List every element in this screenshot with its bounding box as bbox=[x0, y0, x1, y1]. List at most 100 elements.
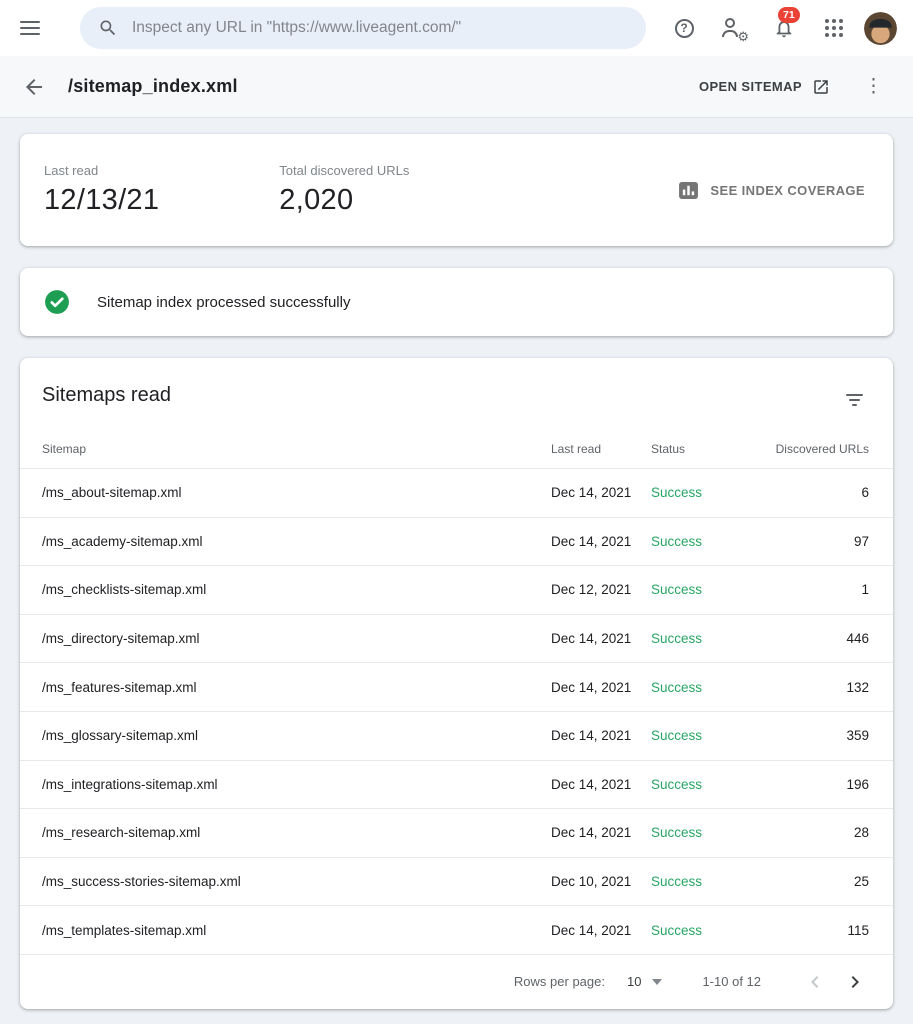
lastread-cell: Dec 14, 2021 bbox=[551, 728, 651, 743]
urls-cell: 97 bbox=[769, 534, 869, 549]
lastread-cell: Dec 14, 2021 bbox=[551, 631, 651, 646]
sitemap-cell: /ms_integrations-sitemap.xml bbox=[42, 777, 551, 792]
see-index-coverage-label: SEE INDEX COVERAGE bbox=[710, 183, 865, 198]
status-cell: Success bbox=[651, 728, 769, 743]
table-row[interactable]: /ms_success-stories-sitemap.xml Dec 10, … bbox=[20, 857, 893, 906]
table-row[interactable]: /ms_checklists-sitemap.xml Dec 12, 2021 … bbox=[20, 565, 893, 614]
status-cell: Success bbox=[651, 680, 769, 695]
sitemaps-table-card: Sitemaps read Sitemap Last read Status D… bbox=[20, 358, 893, 1009]
table-row[interactable]: /ms_academy-sitemap.xml Dec 14, 2021 Suc… bbox=[20, 517, 893, 566]
total-urls-stat: Total discovered URLs 2,020 bbox=[279, 163, 409, 217]
sitemap-cell: /ms_templates-sitemap.xml bbox=[42, 923, 551, 938]
column-header-urls: Discovered URLs bbox=[769, 442, 869, 456]
external-link-icon bbox=[812, 78, 830, 96]
page-header: /sitemap_index.xml OPEN SITEMAP ⋮ bbox=[0, 56, 913, 118]
status-cell: Success bbox=[651, 631, 769, 646]
content-area: Last read 12/13/21 Total discovered URLs… bbox=[0, 118, 913, 1024]
table-row[interactable]: /ms_about-sitemap.xml Dec 14, 2021 Succe… bbox=[20, 468, 893, 517]
pagination-range: 1-10 of 12 bbox=[702, 974, 761, 989]
see-index-coverage-button[interactable]: SEE INDEX COVERAGE bbox=[675, 174, 869, 207]
rows-per-page-label: Rows per page: bbox=[514, 974, 605, 989]
apps-grid-icon bbox=[825, 19, 843, 37]
top-app-bar: ? ⚙ 71 bbox=[0, 0, 913, 56]
urls-cell: 1 bbox=[769, 582, 869, 597]
summary-card: Last read 12/13/21 Total discovered URLs… bbox=[20, 134, 893, 246]
check-circle-icon bbox=[44, 289, 70, 315]
column-header-lastread: Last read bbox=[551, 442, 651, 456]
chevron-down-icon bbox=[652, 979, 662, 985]
column-header-status: Status bbox=[651, 442, 769, 456]
status-cell: Success bbox=[651, 777, 769, 792]
sitemap-cell: /ms_academy-sitemap.xml bbox=[42, 534, 551, 549]
status-cell: Success bbox=[651, 534, 769, 549]
help-button[interactable]: ? bbox=[664, 8, 704, 48]
column-header-sitemap: Sitemap bbox=[42, 442, 551, 456]
urls-cell: 359 bbox=[769, 728, 869, 743]
search-icon bbox=[98, 18, 118, 38]
lastread-cell: Dec 14, 2021 bbox=[551, 485, 651, 500]
sitemap-cell: /ms_checklists-sitemap.xml bbox=[42, 582, 551, 597]
rows-per-page-select[interactable]: 10 bbox=[627, 974, 662, 989]
status-cell: Success bbox=[651, 825, 769, 840]
urls-cell: 6 bbox=[769, 485, 869, 500]
user-settings-button[interactable]: ⚙ bbox=[714, 8, 754, 48]
last-read-label: Last read bbox=[44, 163, 159, 178]
total-urls-value: 2,020 bbox=[279, 184, 409, 217]
more-options-icon[interactable]: ⋮ bbox=[856, 71, 891, 102]
table-row[interactable]: /ms_glossary-sitemap.xml Dec 14, 2021 Su… bbox=[20, 711, 893, 760]
lastread-cell: Dec 14, 2021 bbox=[551, 680, 651, 695]
notifications-button[interactable]: 71 bbox=[764, 8, 804, 48]
sitemap-cell: /ms_glossary-sitemap.xml bbox=[42, 728, 551, 743]
urls-cell: 25 bbox=[769, 874, 869, 889]
status-cell: Success bbox=[651, 485, 769, 500]
table-pagination: Rows per page: 10 1-10 of 12 bbox=[20, 954, 893, 1009]
banner-message: Sitemap index processed successfully bbox=[97, 294, 350, 311]
sitemap-cell: /ms_directory-sitemap.xml bbox=[42, 631, 551, 646]
next-page-button[interactable] bbox=[835, 962, 875, 1002]
urls-cell: 196 bbox=[769, 777, 869, 792]
lastread-cell: Dec 12, 2021 bbox=[551, 582, 651, 597]
urls-cell: 446 bbox=[769, 631, 869, 646]
last-read-stat: Last read 12/13/21 bbox=[44, 163, 159, 217]
sitemap-cell: /ms_about-sitemap.xml bbox=[42, 485, 551, 500]
status-cell: Success bbox=[651, 874, 769, 889]
status-cell: Success bbox=[651, 582, 769, 597]
avatar[interactable] bbox=[864, 12, 897, 45]
manage-accounts-icon: ⚙ bbox=[722, 16, 746, 40]
lastread-cell: Dec 14, 2021 bbox=[551, 825, 651, 840]
urls-cell: 115 bbox=[769, 923, 869, 938]
table-row[interactable]: /ms_integrations-sitemap.xml Dec 14, 202… bbox=[20, 760, 893, 809]
filter-icon[interactable] bbox=[840, 388, 869, 412]
urls-cell: 28 bbox=[769, 825, 869, 840]
status-cell: Success bbox=[651, 923, 769, 938]
table-row[interactable]: /ms_directory-sitemap.xml Dec 14, 2021 S… bbox=[20, 614, 893, 663]
last-read-value: 12/13/21 bbox=[44, 184, 159, 217]
open-sitemap-button[interactable]: OPEN SITEMAP bbox=[695, 72, 834, 102]
urls-cell: 132 bbox=[769, 680, 869, 695]
table-row[interactable]: /ms_features-sitemap.xml Dec 14, 2021 Su… bbox=[20, 662, 893, 711]
open-sitemap-label: OPEN SITEMAP bbox=[699, 79, 802, 94]
status-banner: Sitemap index processed successfully bbox=[20, 268, 893, 336]
help-icon: ? bbox=[675, 19, 694, 38]
sitemap-cell: /ms_success-stories-sitemap.xml bbox=[42, 874, 551, 889]
apps-button[interactable] bbox=[814, 8, 854, 48]
page-title: /sitemap_index.xml bbox=[68, 76, 238, 97]
table-header-row: Sitemap Last read Status Discovered URLs bbox=[20, 420, 893, 468]
sitemap-cell: /ms_features-sitemap.xml bbox=[42, 680, 551, 695]
previous-page-button bbox=[795, 962, 835, 1002]
table-title: Sitemaps read bbox=[42, 384, 171, 407]
lastread-cell: Dec 14, 2021 bbox=[551, 777, 651, 792]
menu-icon[interactable] bbox=[20, 16, 44, 40]
rows-per-page-value: 10 bbox=[627, 974, 641, 989]
table-row[interactable]: /ms_research-sitemap.xml Dec 14, 2021 Su… bbox=[20, 808, 893, 857]
url-inspection-searchbox[interactable] bbox=[80, 7, 646, 49]
bar-chart-icon bbox=[679, 182, 698, 199]
search-input[interactable] bbox=[132, 19, 628, 37]
lastread-cell: Dec 14, 2021 bbox=[551, 534, 651, 549]
lastread-cell: Dec 14, 2021 bbox=[551, 923, 651, 938]
back-arrow-icon[interactable] bbox=[22, 75, 46, 99]
table-row[interactable]: /ms_templates-sitemap.xml Dec 14, 2021 S… bbox=[20, 905, 893, 954]
lastread-cell: Dec 10, 2021 bbox=[551, 874, 651, 889]
sitemap-cell: /ms_research-sitemap.xml bbox=[42, 825, 551, 840]
notification-badge: 71 bbox=[778, 7, 800, 23]
